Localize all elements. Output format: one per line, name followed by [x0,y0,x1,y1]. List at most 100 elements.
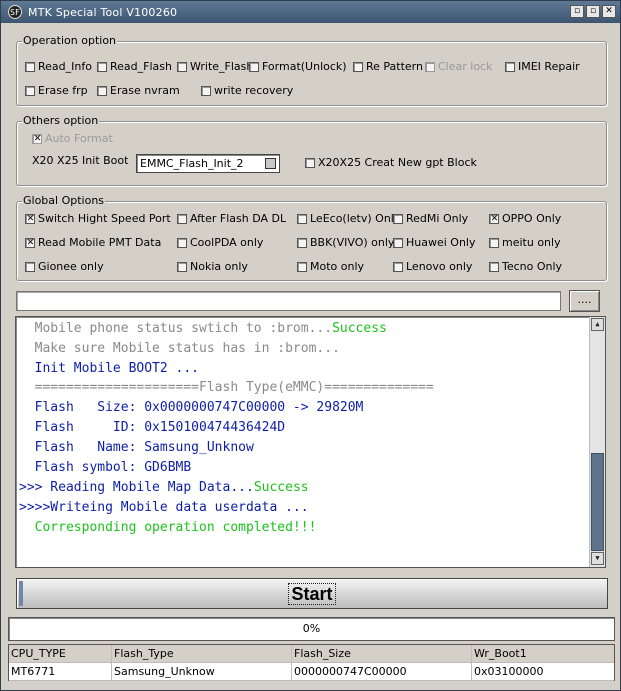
dropdown-arrow-icon[interactable] [265,158,276,169]
checkbox-box [25,213,35,225]
browse-button[interactable]: .... [569,290,600,312]
bbk-vivo-only-checkbox[interactable]: BBK(VIVO) only [297,236,394,249]
file-path-input[interactable] [16,291,561,311]
checkbox-box [353,61,363,72]
close-button[interactable]: ✕ [602,5,616,18]
imei-repair-checkbox[interactable]: IMEI Repair [505,60,580,73]
table-cell: 0x03100000 [472,663,614,681]
checkbox-box [393,237,403,248]
switch-high-speed-port-checkbox[interactable]: Switch Hight Speed Port [25,212,171,225]
checkbox-label: Clear lock [438,60,493,73]
checkbox-box [25,61,35,72]
checkbox-label: Read Mobile PMT Data [38,236,162,249]
read-info-checkbox[interactable]: Read_Info [25,60,92,73]
write-recovery-checkbox[interactable]: write recovery [201,84,293,97]
re-pattern-lock-checkbox[interactable]: Re Pattern lo [353,60,425,73]
erase-nvram-checkbox[interactable]: Erase nvram [97,84,180,97]
read-flash-checkbox[interactable]: Read_Flash [97,60,172,73]
checkbox-box [425,61,435,72]
start-button[interactable]: Start [16,578,608,609]
init-boot-select-value: EMMC_Flash_Init_2 [140,157,244,170]
erase-frp-checkbox[interactable]: Erase frp [25,84,88,97]
checkbox-box [177,61,187,72]
meitu-only-checkbox[interactable]: meitu only [489,236,561,249]
scroll-up-icon[interactable]: ▲ [591,318,604,331]
start-button-label: Start [288,582,336,605]
global-options-legend: Global Options [22,194,106,207]
write-flash-checkbox[interactable]: Write_Flash [177,60,253,73]
title-bar[interactable]: SF MTK Special Tool V100260 ▫ ▫ ✕ [1,1,620,23]
log-line: >>>>Writeing Mobile data userdata ... [19,500,309,515]
checkbox-box [489,261,499,272]
checkbox-box [201,85,211,96]
checkbox-box [177,237,187,248]
checkbox-label: OPPO Only [502,212,562,225]
checkbox-box [249,61,259,72]
checkbox-box [25,261,35,272]
checkbox-label: Erase frp [38,84,88,97]
table-cell: MT6771 [9,663,112,681]
minimize-button[interactable]: ▫ [570,5,584,18]
init-boot-label: X20 X25 Init Boot [32,154,129,167]
scrollbar-thumb[interactable] [591,453,604,551]
checkbox-label: write recovery [214,84,294,97]
operation-option-legend: Operation option [22,34,118,47]
maximize-button[interactable]: ▫ [586,5,600,18]
checkbox-box [505,61,515,72]
format-unlock-checkbox[interactable]: Format(Unlock) [249,60,347,73]
log-line: Mobile phone status swtich to :brom...Su… [19,321,387,336]
checkbox-box [393,213,403,224]
main-window: SF MTK Special Tool V100260 ▫ ▫ ✕ Operat… [0,0,621,691]
table-cell: Samsung_Unknow [112,663,292,681]
scroll-down-icon[interactable]: ▼ [591,552,604,565]
checkbox-label: CoolPDA only [190,236,264,249]
redmi-only-checkbox[interactable]: RedMi Only [393,212,468,225]
checkbox-label: Tecno Only [502,260,563,273]
checkbox-label: Format(Unlock) [262,60,347,73]
gpt-block-checkbox[interactable]: X20X25 Creat New gpt Block [305,156,477,169]
table-row: MT6771 Samsung_Unknow 0000000747C00000 0… [9,663,614,681]
checkbox-box [297,261,307,272]
lenovo-only-checkbox[interactable]: Lenovo only [393,260,472,273]
read-mobile-pmt-data-checkbox[interactable]: Read Mobile PMT Data [25,236,161,249]
button-grip [19,581,23,606]
log-line: =====================Flash Type(eMMC)===… [19,380,434,395]
log-line: Corresponding operation completed!!! [19,520,317,535]
nokia-only-checkbox[interactable]: Nokia only [177,260,248,273]
progress-bar: 0% [8,617,615,641]
tecno-only-checkbox[interactable]: Tecno Only [489,260,562,273]
init-boot-select[interactable]: EMMC_Flash_Init_2 [136,154,280,173]
checkbox-box [25,237,35,249]
leeco-only-checkbox[interactable]: LeEco(letv) Only [297,212,400,225]
checkbox-box [393,261,403,272]
checkbox-box [177,261,187,272]
app-icon: SF [8,5,22,19]
oppo-only-checkbox[interactable]: OPPO Only [489,212,561,225]
checkbox-label: Nokia only [190,260,248,273]
column-header: CPU_TYPE [9,645,112,663]
checkbox-box [97,61,107,72]
checkbox-label: BBK(VIVO) only [310,236,395,249]
log-line: >>> Reading Mobile Map Data...Success [19,480,309,495]
gionee-only-checkbox[interactable]: Gionee only [25,260,104,273]
coolpda-only-checkbox[interactable]: CoolPDA only [177,236,263,249]
huawei-only-checkbox[interactable]: Huawei Only [393,236,476,249]
moto-only-checkbox[interactable]: Moto only [297,260,364,273]
checkbox-label: Erase nvram [110,84,180,97]
table-header-row: CPU_TYPE Flash_Type Flash_Size Wr_Boot1 [9,645,614,663]
log-output: Mobile phone status swtich to :brom...Su… [15,316,606,568]
log-line: Init Mobile BOOT2 ... [19,361,200,376]
after-flash-da-dl-checkbox[interactable]: After Flash DA DL [177,212,286,225]
auto-format-checkbox: Auto Format [32,132,113,145]
log-line: Flash ID: 0x150100474436424D [19,420,286,435]
checkbox-label: Lenovo only [406,260,473,273]
checkbox-label: LeEco(letv) Only [310,212,401,225]
checkbox-label: Re Pattern lo [366,60,425,73]
checkbox-label: meitu only [502,236,561,249]
checkbox-box [489,237,499,248]
checkbox-label: Read_Info [38,60,92,73]
checkbox-box [32,133,42,145]
column-header: Flash_Size [292,645,472,663]
log-scrollbar[interactable]: ▲ ▼ [589,317,605,567]
log-line: Flash symbol: GD6BMB [19,460,192,475]
